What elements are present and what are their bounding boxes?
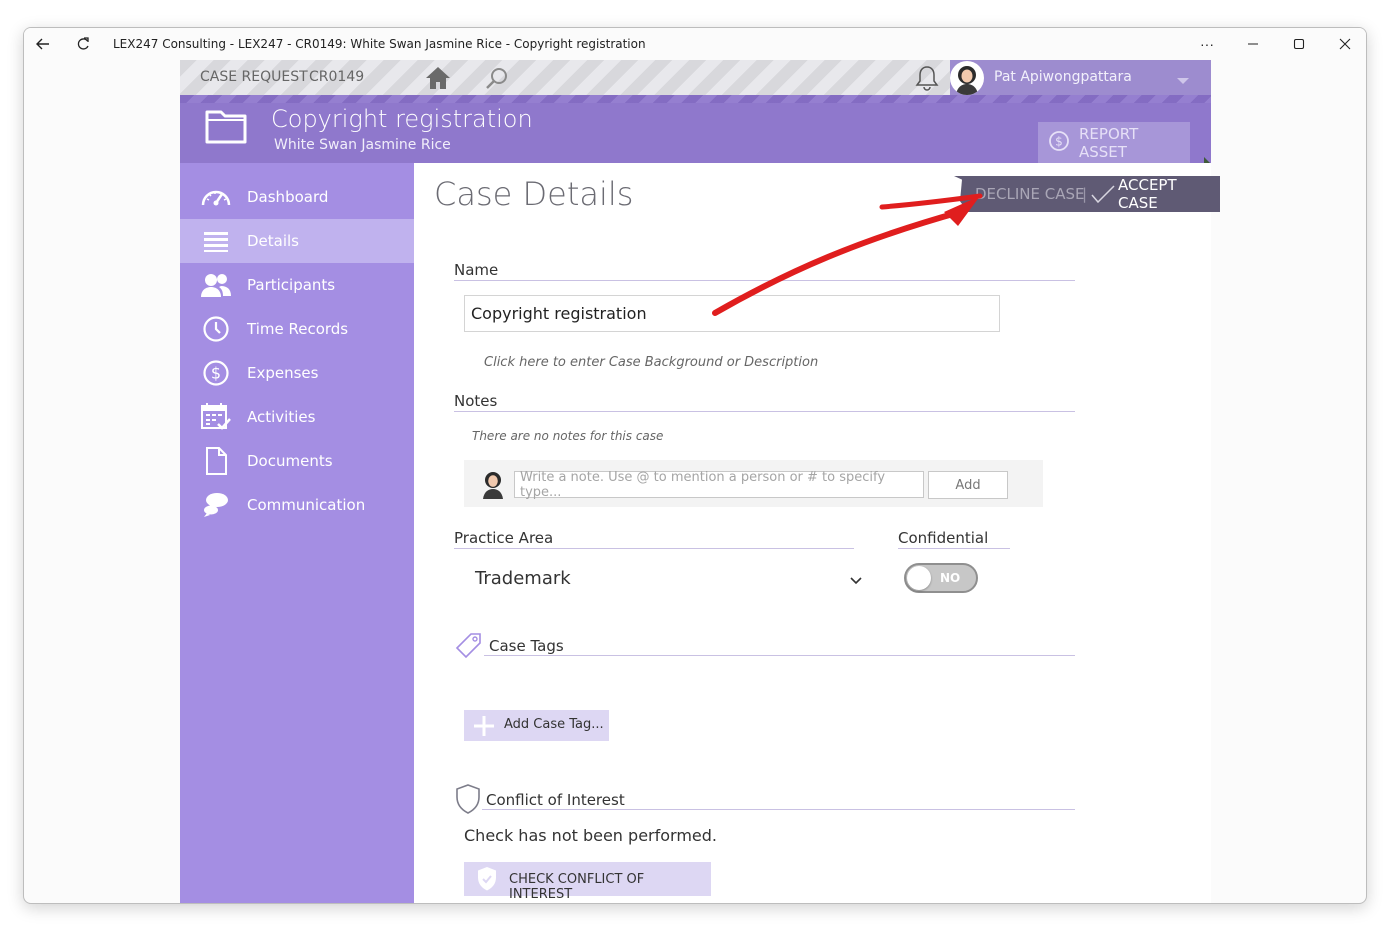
- practice-area-value: Trademark: [475, 568, 571, 589]
- more-icon[interactable]: ···: [1192, 28, 1222, 60]
- sidebar-label-participants: Participants: [247, 276, 336, 294]
- sidebar-label-communication: Communication: [247, 496, 366, 514]
- divider: [482, 809, 1075, 810]
- sidebar-label-details: Details: [247, 232, 300, 250]
- sidebar-item-activities[interactable]: Activities: [180, 395, 414, 439]
- tag-icon: [454, 630, 484, 665]
- separator: |: [1082, 185, 1088, 203]
- chevron-down-icon[interactable]: [1176, 73, 1190, 91]
- add-note-button[interactable]: Add: [928, 471, 1008, 499]
- divider: [898, 548, 1010, 549]
- report-asset-label: REPORT ASSET: [1079, 124, 1139, 161]
- svg-text:$: $: [211, 364, 221, 383]
- conflict-label: Conflict of Interest: [486, 791, 625, 809]
- minimize-icon[interactable]: [1238, 28, 1268, 60]
- check-conflict-label: CHECK CONFLICT OF INTEREST: [509, 872, 645, 902]
- sidebar-item-time-records[interactable]: Time Records: [180, 307, 414, 351]
- window-title: LEX247 Consulting - LEX247 - CR0149: Whi…: [113, 37, 646, 51]
- toggle-knob: [907, 566, 931, 590]
- close-icon[interactable]: [1330, 28, 1360, 60]
- confidential-toggle[interactable]: NO: [904, 563, 978, 593]
- shield-check-icon: [476, 866, 498, 896]
- top-bar: CASE REQUEST CR0149 Pat Apiwongpattara: [180, 60, 1211, 95]
- search-icon[interactable]: [484, 66, 510, 97]
- avatar: [479, 469, 507, 499]
- notes-empty-text: There are no notes for this case: [472, 429, 664, 443]
- app-window: LEX247 Consulting - LEX247 - CR0149: Whi…: [23, 27, 1367, 904]
- user-name: Pat Apiwongpattara: [994, 69, 1132, 85]
- note-composer: Write a note. Use @ to mention a person …: [464, 460, 1043, 507]
- sidebar-label-documents: Documents: [247, 452, 333, 470]
- add-case-tag-button[interactable]: Add Case Tag...: [464, 710, 609, 741]
- avatar: [950, 61, 984, 95]
- decline-case-button[interactable]: DECLINE CASE: [975, 185, 1084, 203]
- case-name-field[interactable]: Copyright registration: [464, 295, 1000, 332]
- title-bar: LEX247 Consulting - LEX247 - CR0149: Whi…: [24, 28, 1366, 60]
- sidebar-label-dashboard: Dashboard: [247, 188, 329, 206]
- dashboard-icon: [200, 181, 232, 213]
- practice-area-select[interactable]: Trademark: [464, 563, 866, 595]
- divider: [454, 280, 1075, 281]
- sidebar: Dashboard Details Participants Time Reco…: [180, 163, 414, 903]
- check-conflict-button[interactable]: CHECK CONFLICT OF INTEREST: [464, 862, 711, 902]
- case-title: Copyright registration: [271, 105, 533, 133]
- report-asset-button[interactable]: $ REPORT ASSET: [1038, 122, 1190, 163]
- case-decision-bar: DECLINE CASE | ACCEPT CASE: [954, 176, 1220, 212]
- clock-icon: [200, 313, 232, 345]
- shield-icon: [454, 783, 482, 820]
- description-placeholder[interactable]: Click here to enter Case Background or D…: [484, 355, 818, 370]
- dollar-icon: $: [200, 357, 232, 389]
- list-icon: [200, 225, 232, 257]
- notification-bell-icon[interactable]: [914, 64, 940, 97]
- case-subtitle: White Swan Jasmine Rice: [274, 137, 451, 153]
- document-icon: [200, 445, 232, 477]
- sidebar-item-expenses[interactable]: $ Expenses: [180, 351, 414, 395]
- add-case-tag-label: Add Case Tag...: [504, 717, 604, 732]
- sidebar-item-details[interactable]: Details: [180, 219, 414, 263]
- plus-icon: [472, 714, 496, 742]
- checkmark-icon: [1090, 184, 1116, 208]
- calendar-check-icon: [200, 401, 232, 433]
- folder-icon: [204, 107, 248, 150]
- svg-text:$: $: [1055, 134, 1063, 148]
- page-title: Case Details: [434, 175, 634, 213]
- divider: [484, 655, 1075, 656]
- case-tags-label: Case Tags: [489, 637, 564, 655]
- case-header: Copyright registration White Swan Jasmin…: [180, 95, 1211, 163]
- conflict-status: Check has not been performed.: [464, 826, 717, 845]
- user-menu[interactable]: Pat Apiwongpattara: [950, 60, 1211, 95]
- accept-case-button[interactable]: ACCEPT CASE: [1118, 176, 1220, 212]
- sidebar-item-dashboard[interactable]: Dashboard: [180, 175, 414, 219]
- practice-area-label: Practice Area: [454, 529, 554, 547]
- refresh-icon[interactable]: [70, 28, 96, 60]
- confidential-label: Confidential: [898, 529, 989, 547]
- toggle-state: NO: [940, 571, 961, 585]
- chevron-down-icon: [850, 573, 862, 591]
- case-details-panel: Case Details DECLINE CASE | ACCEPT CASE …: [414, 163, 1220, 903]
- breadcrumb-type: CASE REQUEST: [200, 69, 308, 85]
- name-label: Name: [454, 261, 499, 279]
- divider: [454, 411, 1075, 412]
- home-icon[interactable]: [423, 65, 453, 96]
- notes-label: Notes: [454, 392, 498, 410]
- sidebar-label-expenses: Expenses: [247, 364, 319, 382]
- sidebar-item-participants[interactable]: Participants: [180, 263, 414, 307]
- dollar-circle-icon: $: [1048, 130, 1070, 156]
- people-icon: [200, 269, 232, 301]
- divider: [454, 548, 854, 549]
- breadcrumb-id: CR0149: [309, 69, 365, 85]
- sidebar-item-documents[interactable]: Documents: [180, 439, 414, 483]
- maximize-icon[interactable]: [1284, 28, 1314, 60]
- note-input[interactable]: Write a note. Use @ to mention a person …: [514, 470, 924, 500]
- back-icon[interactable]: [30, 28, 56, 60]
- chat-icon: [200, 489, 232, 521]
- sidebar-label-time-records: Time Records: [247, 320, 349, 338]
- sidebar-item-communication[interactable]: Communication: [180, 483, 414, 527]
- app-surface: CASE REQUEST CR0149 Pat Apiwongpattara C…: [180, 60, 1220, 903]
- sidebar-label-activities: Activities: [247, 408, 316, 426]
